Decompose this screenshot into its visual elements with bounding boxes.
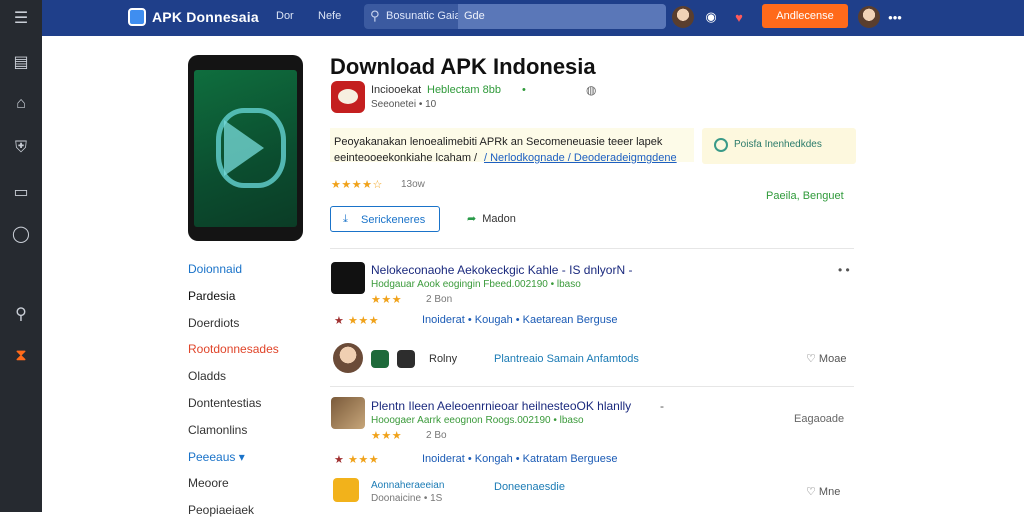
- developer-logo[interactable]: [331, 81, 365, 113]
- row-rating: ★★★: [348, 454, 380, 466]
- row-avatar[interactable]: [333, 343, 363, 373]
- top-bar: APK Donnesaia Dor Nefe ⚲ Bosunatic Gaiaa…: [42, 0, 1024, 36]
- info-notice-text: Poisfa Inenhedkdes: [734, 139, 822, 150]
- row-like-button[interactable]: ♡ Mne: [806, 485, 840, 498]
- row-rating: ★★★: [348, 315, 380, 327]
- chip-star-icon: ★: [334, 454, 345, 466]
- notification-icon[interactable]: ◉: [702, 8, 720, 26]
- download-cta-button[interactable]: Andlecense: [762, 4, 848, 28]
- install-button-label: Serickeneres: [361, 214, 426, 226]
- row-footer-label: Rolny: [429, 353, 458, 365]
- description-line-2: eeinteooeekonkiahe lcaham /: [334, 152, 478, 164]
- location-tag[interactable]: Paeila, Benguet: [766, 190, 844, 202]
- share-button[interactable]: ➦ Madon: [467, 212, 516, 225]
- row-mini-thumb-1[interactable]: [371, 350, 389, 368]
- user-avatar[interactable]: [672, 6, 694, 28]
- row-stars: ★★★: [371, 430, 403, 442]
- category-item[interactable]: Pardesia: [188, 289, 235, 303]
- row-meta: 2 Bo: [426, 430, 447, 441]
- description-line-1: Peoyakanakan lenoealimebiti APRk an Seco…: [334, 136, 663, 148]
- category-item[interactable]: Meoore: [188, 476, 229, 490]
- play-icon: [224, 120, 264, 176]
- info-icon: [714, 138, 728, 152]
- app-rating-stars: ★★★★☆: [331, 179, 383, 191]
- category-item[interactable]: Clamonlins: [188, 423, 247, 437]
- row-stars: ★★★: [371, 294, 403, 306]
- category-item[interactable]: Doerdiots: [188, 316, 239, 330]
- hourglass-icon[interactable]: ⧗: [9, 344, 33, 368]
- row-tags[interactable]: Inoiderat • Kougah • Kaetarean Berguse: [422, 314, 617, 326]
- site-logo-text: APK Donnesaia: [152, 9, 259, 25]
- globe-icon[interactable]: ◍: [586, 83, 596, 97]
- developer-name[interactable]: Inciooekat: [371, 84, 421, 96]
- category-item[interactable]: Dontentestias: [188, 396, 261, 410]
- row-side-tag: Eagaoade: [794, 413, 845, 425]
- search-input[interactable]: Bosunatic Gaiaa: [386, 10, 467, 22]
- nav-link-1[interactable]: Dor: [276, 10, 294, 22]
- download-icon: ⤓: [343, 213, 348, 225]
- row-footer-link[interactable]: Doneenaesdie: [494, 481, 565, 493]
- row-title[interactable]: Plentn Ileen Aeleoenrnieoar heilnesteoOK…: [371, 399, 631, 413]
- app-rating-count: 13ow: [401, 179, 425, 190]
- info-notice[interactable]: Poisfa Inenhedkdes: [702, 128, 856, 164]
- heart-outline-icon: ♡: [806, 486, 819, 498]
- category-item[interactable]: Peeeaus ▾: [188, 450, 245, 464]
- box-icon[interactable]: ▤: [9, 50, 33, 74]
- heart-outline-icon: ♡: [806, 353, 819, 365]
- card-icon[interactable]: ▭: [9, 180, 33, 204]
- category-item[interactable]: Rootdonnesades: [188, 342, 279, 356]
- install-button[interactable]: ⤓ Serickeneres: [330, 206, 440, 232]
- chat-icon[interactable]: ◯: [9, 222, 33, 246]
- row-like-label: Moae: [818, 353, 847, 365]
- row-title[interactable]: Nelokeconaohe Aekokeckgic Kahle - IS dnl…: [371, 263, 632, 277]
- left-rail: ☰ ▤ ⌂ ⛨ ▭ ◯ ⚲ ⧗: [0, 0, 42, 512]
- shield-icon[interactable]: ⛨: [9, 136, 33, 160]
- row-subtitle: Hodgauar Aook eogingin Fbeed.002190 • lb…: [371, 279, 581, 290]
- search-scope-label: Gde: [464, 10, 485, 22]
- search-scope[interactable]: Gde: [458, 4, 666, 29]
- app-description: Peoyakanakan lenoealimebiti APRk an Seco…: [330, 128, 694, 164]
- row-mini-thumb-2[interactable]: [397, 350, 415, 368]
- row-thumbnail[interactable]: [331, 262, 365, 294]
- share-icon: ➦: [467, 213, 477, 225]
- row-footer-sub: Doonaicine • 1S: [371, 493, 443, 504]
- row-app-icon[interactable]: [333, 478, 359, 502]
- row-footer-label[interactable]: Aonnaheraeeian: [371, 480, 444, 491]
- share-button-label: Madon: [482, 213, 516, 225]
- row-meta: 2 Bon: [426, 294, 453, 305]
- app-screenshot[interactable]: [188, 55, 303, 241]
- chip-star-icon: ★: [334, 315, 345, 327]
- profile-avatar[interactable]: [858, 6, 880, 28]
- ellipsis-icon[interactable]: •••: [886, 8, 904, 26]
- home-icon[interactable]: ⌂: [9, 92, 33, 116]
- developer-tag-bullet: •: [522, 84, 526, 96]
- search-bar[interactable]: ⚲ Bosunatic Gaiaa Gde: [364, 4, 666, 29]
- developer-meta: Seeonetei • 10: [371, 99, 437, 110]
- row-menu-icon[interactable]: -: [660, 399, 664, 413]
- search-icon: ⚲: [370, 8, 380, 23]
- description-links[interactable]: / Nerlodkognade / Deoderadeigmgdene: [484, 152, 677, 164]
- app-screenshot-screen: [194, 70, 297, 227]
- category-item[interactable]: Peopiaeiaek: [188, 503, 254, 517]
- divider: [330, 386, 854, 387]
- logo-icon: [128, 8, 146, 26]
- row-like-label: Mne: [818, 486, 841, 498]
- row-thumbnail[interactable]: [331, 397, 365, 429]
- developer-tag: Heblectam 8bb: [427, 84, 501, 96]
- heart-icon[interactable]: ♥: [730, 8, 748, 26]
- row-menu-icon[interactable]: • •: [838, 263, 850, 277]
- row-subtitle: Hooogaer Aarrk eeognon Roogs.002190 • lb…: [371, 415, 584, 426]
- row-like-button[interactable]: ♡ Moae: [806, 352, 846, 365]
- nav-link-2[interactable]: Nefe: [318, 10, 341, 22]
- category-item[interactable]: Oladds: [188, 369, 226, 383]
- divider: [330, 248, 854, 249]
- category-item[interactable]: Doionnaid: [188, 262, 242, 276]
- site-logo[interactable]: APK Donnesaia: [128, 6, 259, 28]
- menu-icon[interactable]: ☰: [9, 6, 33, 30]
- search-icon[interactable]: ⚲: [9, 302, 33, 326]
- page-title: Download APK Indonesia: [330, 54, 596, 79]
- row-footer-link[interactable]: Plantreaio Samain Anfamtods: [494, 353, 639, 365]
- row-tags[interactable]: Inoiderat • Kongah • Katratam Berguese: [422, 453, 617, 465]
